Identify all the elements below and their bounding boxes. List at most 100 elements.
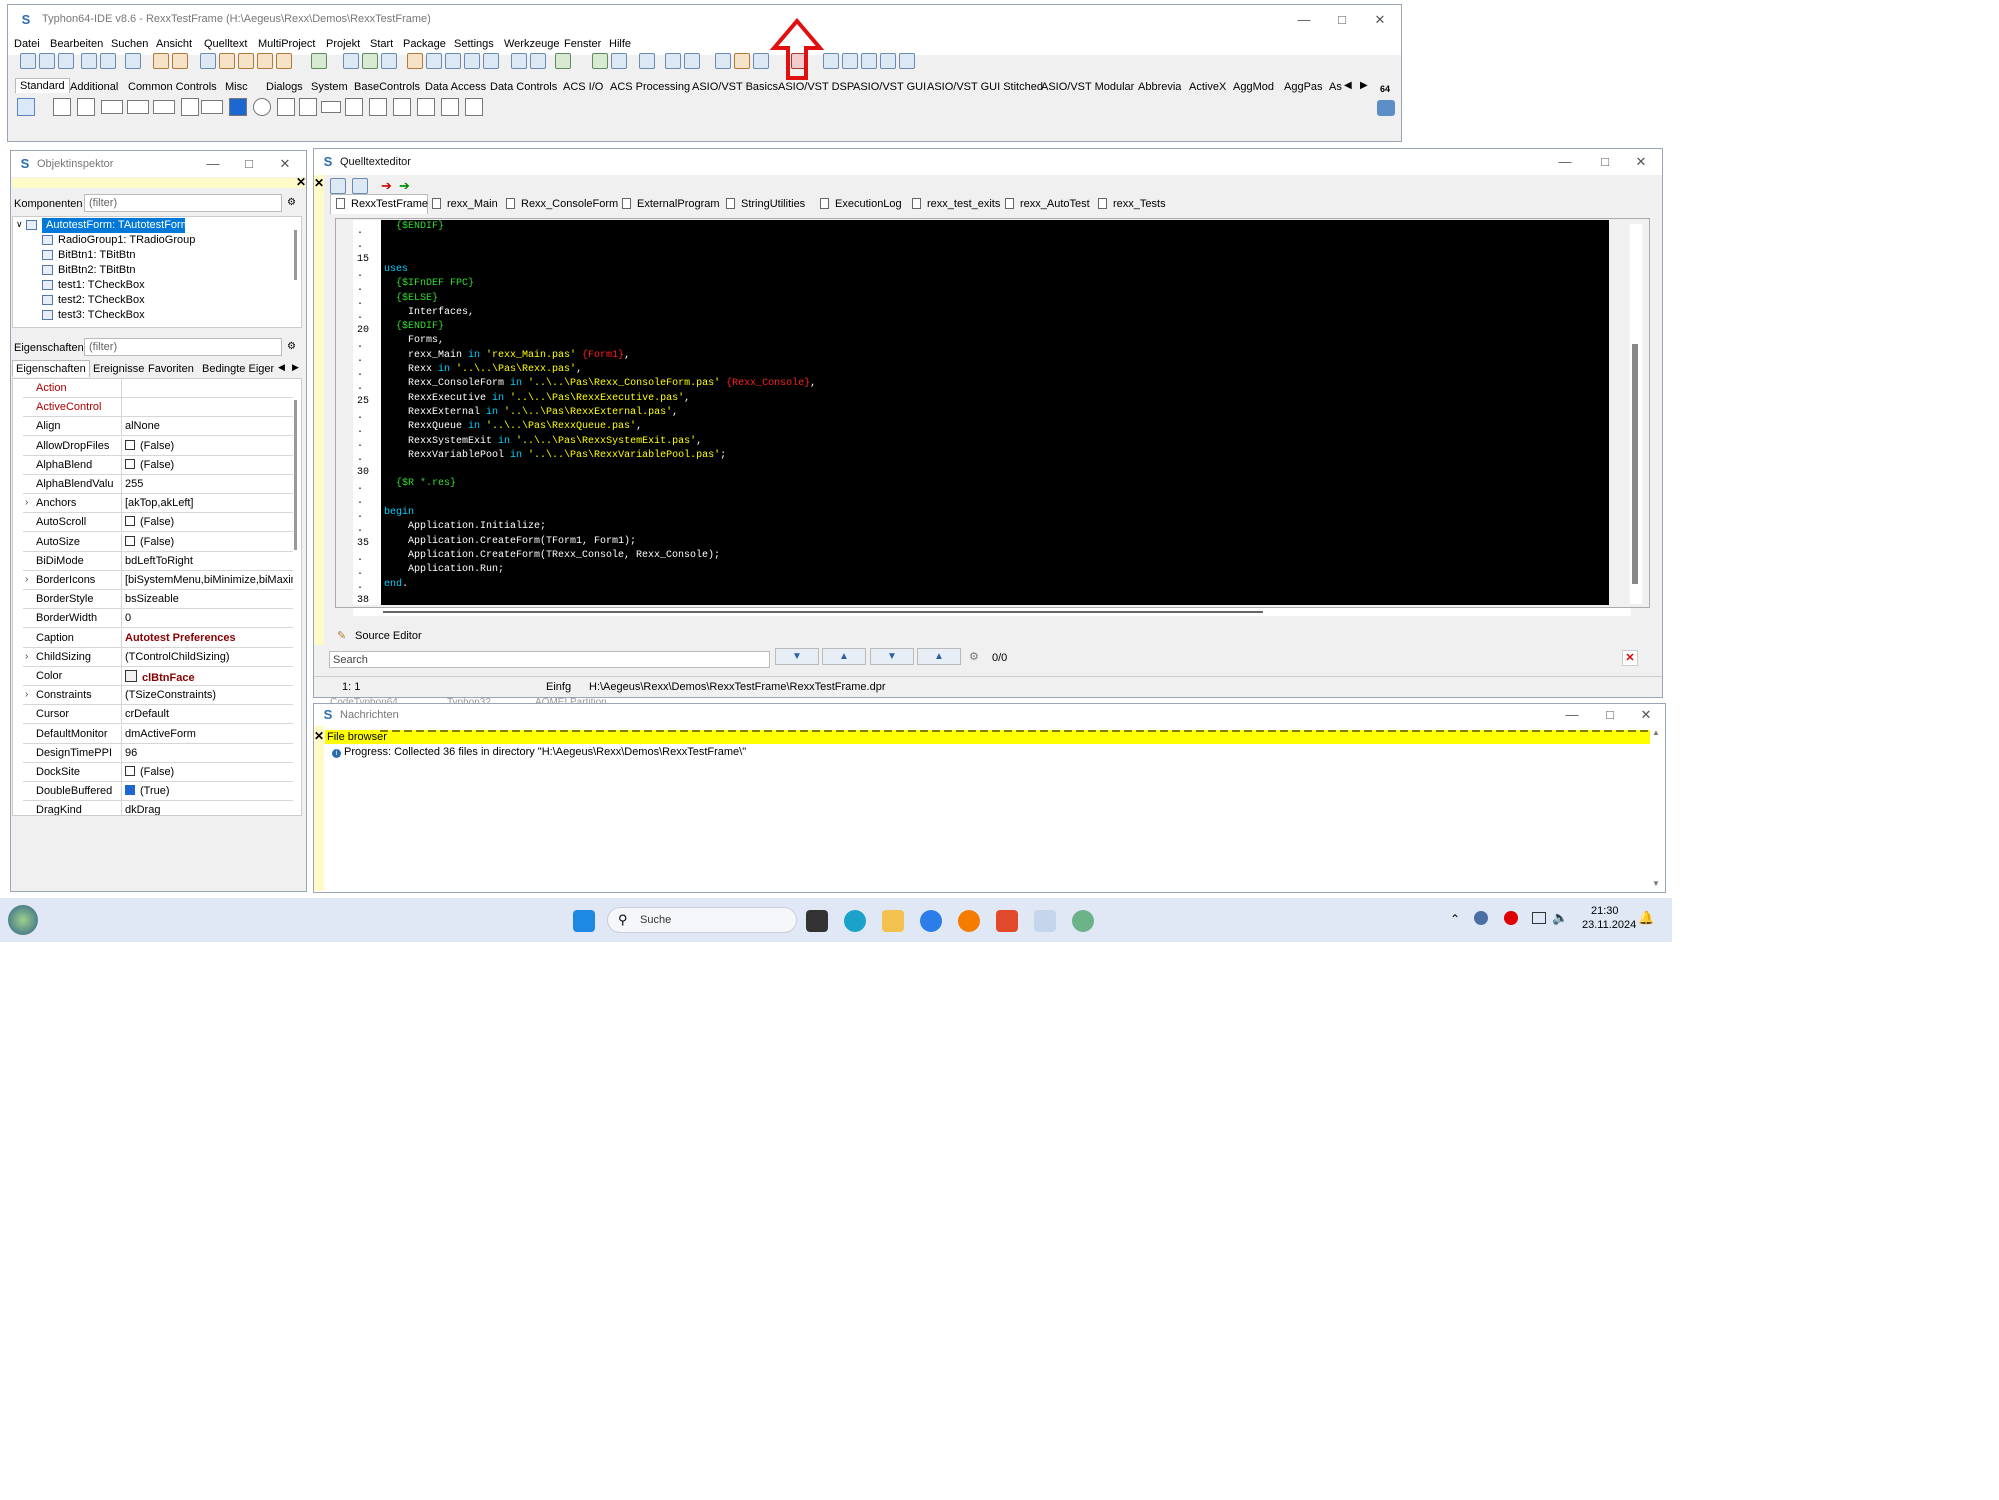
editor-close-icon[interactable]: ✕ bbox=[1626, 153, 1656, 171]
debug-icon[interactable] bbox=[592, 53, 608, 69]
stop-icon[interactable] bbox=[842, 53, 858, 69]
pointer-tool-icon[interactable] bbox=[17, 98, 35, 116]
firefox-icon[interactable] bbox=[958, 910, 980, 932]
tree-collapse-icon[interactable]: ∨ bbox=[16, 219, 23, 230]
menu-ansicht[interactable]: Ansicht bbox=[156, 38, 192, 50]
palette-tab-asio-vst-dsp[interactable]: ASIO/VST DSP bbox=[778, 81, 854, 93]
open-icon[interactable] bbox=[81, 53, 97, 69]
property-row[interactable]: DockSite (False) bbox=[23, 763, 293, 782]
code-line[interactable]: Application.Initialize; bbox=[384, 521, 546, 532]
chart-icon[interactable] bbox=[611, 53, 627, 69]
editor-search-input[interactable]: Search bbox=[329, 651, 770, 668]
code-line[interactable]: {$ENDIF} bbox=[384, 221, 444, 232]
editor-tab-rexx-consoleform[interactable]: Rexx_ConsoleForm bbox=[506, 198, 618, 210]
property-value[interactable]: (TControlChildSizing) bbox=[125, 651, 293, 663]
editor-vscroll-track[interactable] bbox=[1630, 224, 1642, 604]
code-line[interactable]: {$IFnDEF FPC} bbox=[384, 278, 474, 289]
combobox-comp-icon[interactable] bbox=[299, 98, 317, 116]
panel-comp-icon[interactable] bbox=[417, 98, 435, 116]
groupbox-comp-icon[interactable] bbox=[345, 98, 363, 116]
property-row[interactable]: DragKind dkDrag bbox=[23, 801, 293, 815]
messages-minimize-icon[interactable]: — bbox=[1557, 706, 1587, 724]
tool4-icon[interactable] bbox=[276, 53, 292, 69]
code-line[interactable]: {$R *.res} bbox=[384, 478, 456, 489]
property-value[interactable]: bsSizeable bbox=[125, 593, 293, 605]
tray-date[interactable]: 23.11.2024 bbox=[1582, 919, 1636, 931]
palette-config-icon[interactable] bbox=[1377, 100, 1395, 116]
palette-tab-common-controls[interactable]: Common Controls bbox=[128, 81, 217, 93]
save-icon[interactable] bbox=[343, 53, 359, 69]
globe-icon[interactable] bbox=[1072, 910, 1094, 932]
editor-toolbar-unit-icon[interactable] bbox=[330, 178, 346, 194]
property-row[interactable]: AlphaBlendValu 255 bbox=[23, 475, 293, 494]
palette-tab-asio-vst-modular[interactable]: ASIO/VST Modular bbox=[1041, 81, 1134, 93]
checkbox-icon[interactable] bbox=[125, 766, 135, 776]
property-row[interactable]: DoubleBuffered (True) bbox=[23, 782, 293, 802]
tray-cloud-icon[interactable] bbox=[1474, 911, 1488, 925]
palette-tab-basecontrols[interactable]: BaseControls bbox=[354, 81, 420, 93]
close-file-icon[interactable] bbox=[381, 53, 397, 69]
explorer-icon[interactable] bbox=[882, 910, 904, 932]
checkbox-icon[interactable] bbox=[125, 785, 135, 796]
inspector-close-icon[interactable]: ✕ bbox=[270, 155, 300, 173]
messages-maximize-icon[interactable]: □ bbox=[1595, 706, 1625, 724]
property-row[interactable]: Color clBtnFace bbox=[23, 667, 293, 686]
task-view-icon[interactable] bbox=[806, 910, 828, 932]
editor-tab-rexxtestframe[interactable]: RexxTestFrame bbox=[336, 198, 428, 210]
menu-datei[interactable]: Datei bbox=[14, 38, 40, 50]
search-next-button[interactable]: ▼ bbox=[775, 648, 819, 665]
property-value[interactable]: 0 bbox=[125, 612, 293, 624]
palette-tab-as[interactable]: As bbox=[1329, 81, 1342, 93]
property-value[interactable]: (TSizeConstraints) bbox=[125, 689, 293, 701]
palette-tab-asio-vst-gui[interactable]: ASIO/VST GUI bbox=[853, 81, 926, 93]
editor-minimize-icon[interactable]: — bbox=[1550, 153, 1580, 171]
messages-titlebar[interactable]: S Nachrichten — □ ✕ bbox=[314, 704, 1665, 726]
scroll-down-icon[interactable]: ▼ bbox=[1652, 879, 1660, 888]
nav-forward-icon[interactable]: ➔ bbox=[399, 178, 410, 194]
editor-hscroll-track[interactable] bbox=[353, 608, 1631, 616]
tree-scrollbar[interactable] bbox=[294, 230, 297, 280]
typhon-taskbar-icon[interactable] bbox=[1034, 910, 1056, 932]
tab-eigenschaften[interactable]: Eigenschaften bbox=[12, 360, 90, 377]
palette-tab-data-controls[interactable]: Data Controls bbox=[490, 81, 557, 93]
step-out-icon[interactable] bbox=[899, 53, 915, 69]
editor-titlebar[interactable]: S Quelltexteditor — □ ✕ bbox=[314, 149, 1662, 175]
open-recent-icon[interactable] bbox=[100, 53, 116, 69]
code-line[interactable]: end. bbox=[384, 579, 408, 590]
tree-item-autotestform[interactable]: AutotestForm: TAutotestForm bbox=[26, 218, 190, 233]
code-line[interactable]: {$ENDIF} bbox=[384, 321, 444, 332]
label-comp-icon[interactable] bbox=[127, 100, 149, 114]
property-row[interactable]: Caption Autotest Preferences bbox=[23, 628, 293, 648]
tabs-right-icon[interactable]: ▶ bbox=[292, 362, 299, 373]
expand-icon[interactable]: › bbox=[25, 689, 28, 700]
editor-tab-externalprogram[interactable]: ExternalProgram bbox=[622, 198, 720, 210]
inspector-minimize-icon[interactable]: — bbox=[198, 155, 228, 173]
editor-tab-rexx-test-exits[interactable]: rexx_test_exits bbox=[912, 198, 1000, 210]
new-form-icon[interactable] bbox=[39, 53, 55, 69]
property-row[interactable]: Action bbox=[23, 379, 293, 398]
pause-icon[interactable] bbox=[823, 53, 839, 69]
tab-favoriten[interactable]: Favoriten bbox=[148, 363, 194, 375]
monitor-icon[interactable] bbox=[684, 53, 700, 69]
code-line[interactable]: RexxSystemExit in '..\..\Pas\RexxSystemE… bbox=[384, 436, 702, 447]
property-value[interactable]: Autotest Preferences bbox=[125, 632, 293, 644]
radiobutton-comp-icon[interactable] bbox=[253, 98, 271, 116]
search-close-icon[interactable]: ✕ bbox=[1622, 650, 1638, 666]
menu-package[interactable]: Package bbox=[403, 38, 446, 50]
checkbox-icon[interactable] bbox=[125, 439, 135, 450]
windows-start-icon[interactable] bbox=[573, 910, 595, 932]
property-row[interactable]: › ChildSizing (TControlChildSizing) bbox=[23, 647, 293, 667]
checkbox-icon[interactable] bbox=[125, 516, 135, 527]
maximize-icon[interactable]: □ bbox=[1327, 11, 1357, 29]
code-line[interactable]: RexxExternal in '..\..\Pas\RexxExternal.… bbox=[384, 407, 678, 418]
property-row[interactable]: › Anchors [akTop,akLeft] bbox=[23, 494, 293, 514]
tab-ereignisse[interactable]: Ereignisse bbox=[93, 363, 144, 375]
tool-icon[interactable] bbox=[219, 53, 235, 69]
property-value[interactable]: (False) bbox=[125, 535, 293, 548]
property-row[interactable]: AllowDropFiles (False) bbox=[23, 436, 293, 456]
tree-item-test1[interactable]: test1: TCheckBox bbox=[42, 278, 145, 293]
window2-icon[interactable] bbox=[483, 53, 499, 69]
tree-item-test3[interactable]: test3: TCheckBox bbox=[42, 308, 145, 323]
palette-tab-aggpas[interactable]: AggPas bbox=[1284, 81, 1323, 93]
listbox-comp-icon[interactable] bbox=[277, 98, 295, 116]
